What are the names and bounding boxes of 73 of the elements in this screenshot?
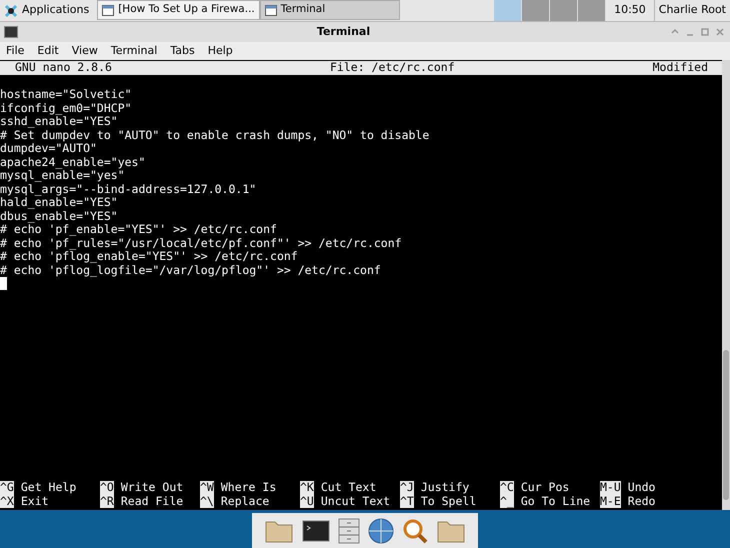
shortcut-key: ^O [100, 481, 114, 494]
shortcut-key: ^W [200, 481, 214, 494]
cabinet-icon[interactable] [338, 518, 360, 544]
window-tab[interactable]: [How To Set Up a Firewa... [97, 0, 260, 20]
shortcut-key: ^C [500, 481, 514, 494]
workspace-button[interactable] [494, 0, 522, 21]
shortcut-label: Cur Pos [520, 481, 570, 494]
workspace-button[interactable] [550, 0, 578, 21]
shortcut-label: To Spell [420, 494, 476, 508]
search-icon[interactable] [402, 518, 428, 544]
shortcut-key: M-E [600, 494, 621, 508]
menu-item[interactable]: Edit [37, 42, 59, 60]
shortcut-key: ^J [400, 481, 414, 494]
code-line: # echo 'pflog_enable="YES"' >> /etc/rc.conf [0, 250, 299, 264]
code-line: apache24_enable="yes" [0, 156, 146, 169]
shortcut-key: ^R [100, 494, 114, 508]
shortcut-label: Write Out [120, 481, 184, 494]
close-icon[interactable] [714, 26, 726, 38]
clock: 10:50 [613, 2, 647, 18]
shortcut-key: ^X [0, 494, 14, 508]
shortcut-key: M-U [600, 481, 621, 494]
code-line: dbus_enable="YES" [0, 210, 119, 223]
window-title: Terminal [316, 24, 372, 40]
shortcut-label: Get Help [20, 481, 76, 494]
nano-version: GNU nano 2.8.6 [14, 61, 113, 74]
terminal-icon[interactable] [302, 518, 330, 542]
menu-item[interactable]: Help [208, 42, 233, 60]
workspace-button[interactable] [578, 0, 606, 21]
shortcut-label: Go To Line [520, 494, 590, 508]
shortcut-label: Read File [120, 494, 184, 508]
shortcut-key: ^K [300, 481, 314, 494]
applications-button[interactable]: Applications [0, 0, 94, 21]
shortcut-label: Justify [420, 481, 470, 494]
menu-item[interactable]: File [6, 42, 24, 60]
code-line: hald_enable="YES" [0, 196, 118, 210]
code-line: hostname="Solvetic" [0, 88, 133, 102]
code-line: # Set dumpdev to "AUTO" to enable crash dumps, "NO" to disable [0, 128, 430, 142]
menu-item[interactable]: Terminal [110, 42, 158, 60]
menu-item[interactable]: View [72, 42, 98, 60]
text-cursor [0, 277, 7, 290]
shortcut-label: Replace [220, 494, 270, 508]
shortcut-label: Redo [628, 494, 656, 508]
shortcut-key: ^\ [200, 494, 214, 508]
scrollbar-thumb[interactable] [723, 350, 729, 500]
user-button[interactable]: Charlie Root [654, 0, 730, 21]
globe-icon[interactable] [368, 518, 394, 544]
shortcut-key: ^U [300, 494, 314, 508]
scrollbar[interactable] [722, 60, 730, 510]
window-icon [264, 4, 277, 16]
window-tab[interactable]: Terminal [260, 0, 400, 20]
shortcut-key: ^T [400, 494, 414, 508]
code-line: # echo 'pf_rules="/usr/local/etc/pf.conf"' >> /etc/rc.conf [0, 236, 403, 250]
shortcut-label: Undo [628, 481, 656, 494]
code-line: mysql_args="--bind-address=127.0.0.1" [0, 182, 258, 196]
terminal-icon [4, 26, 18, 38]
shortcut-label: Uncut Text [320, 494, 390, 508]
code-line: dumpdev="AUTO" [0, 142, 98, 156]
shortcut-label: Where Is [220, 481, 276, 494]
window-icon [102, 4, 114, 16]
file-name: File: /etc/rc.conf [330, 61, 456, 74]
code-line: # echo 'pf_enable="YES"' >> /etc/rc.conf [0, 223, 278, 236]
code-line: sshd_enable="YES" [0, 115, 118, 128]
code-line: mysql_enable="yes" [0, 169, 125, 182]
status: Modified [652, 61, 709, 74]
maximize-icon[interactable] [699, 26, 711, 38]
workspace-button[interactable] [522, 0, 550, 21]
code-line: ifconfig_em0="DHCP" [0, 102, 133, 115]
shortcut-key: ^_ [500, 494, 514, 508]
code-line: # echo 'pflog_logfile="/var/log/pflog"' >> /etc/rc.conf [0, 264, 382, 277]
menu-item[interactable]: Tabs [170, 42, 195, 60]
shortcut-label: Exit [20, 494, 49, 508]
shortcut-label: Cut Text [320, 481, 376, 494]
shortcut-key: ^G [0, 481, 14, 494]
